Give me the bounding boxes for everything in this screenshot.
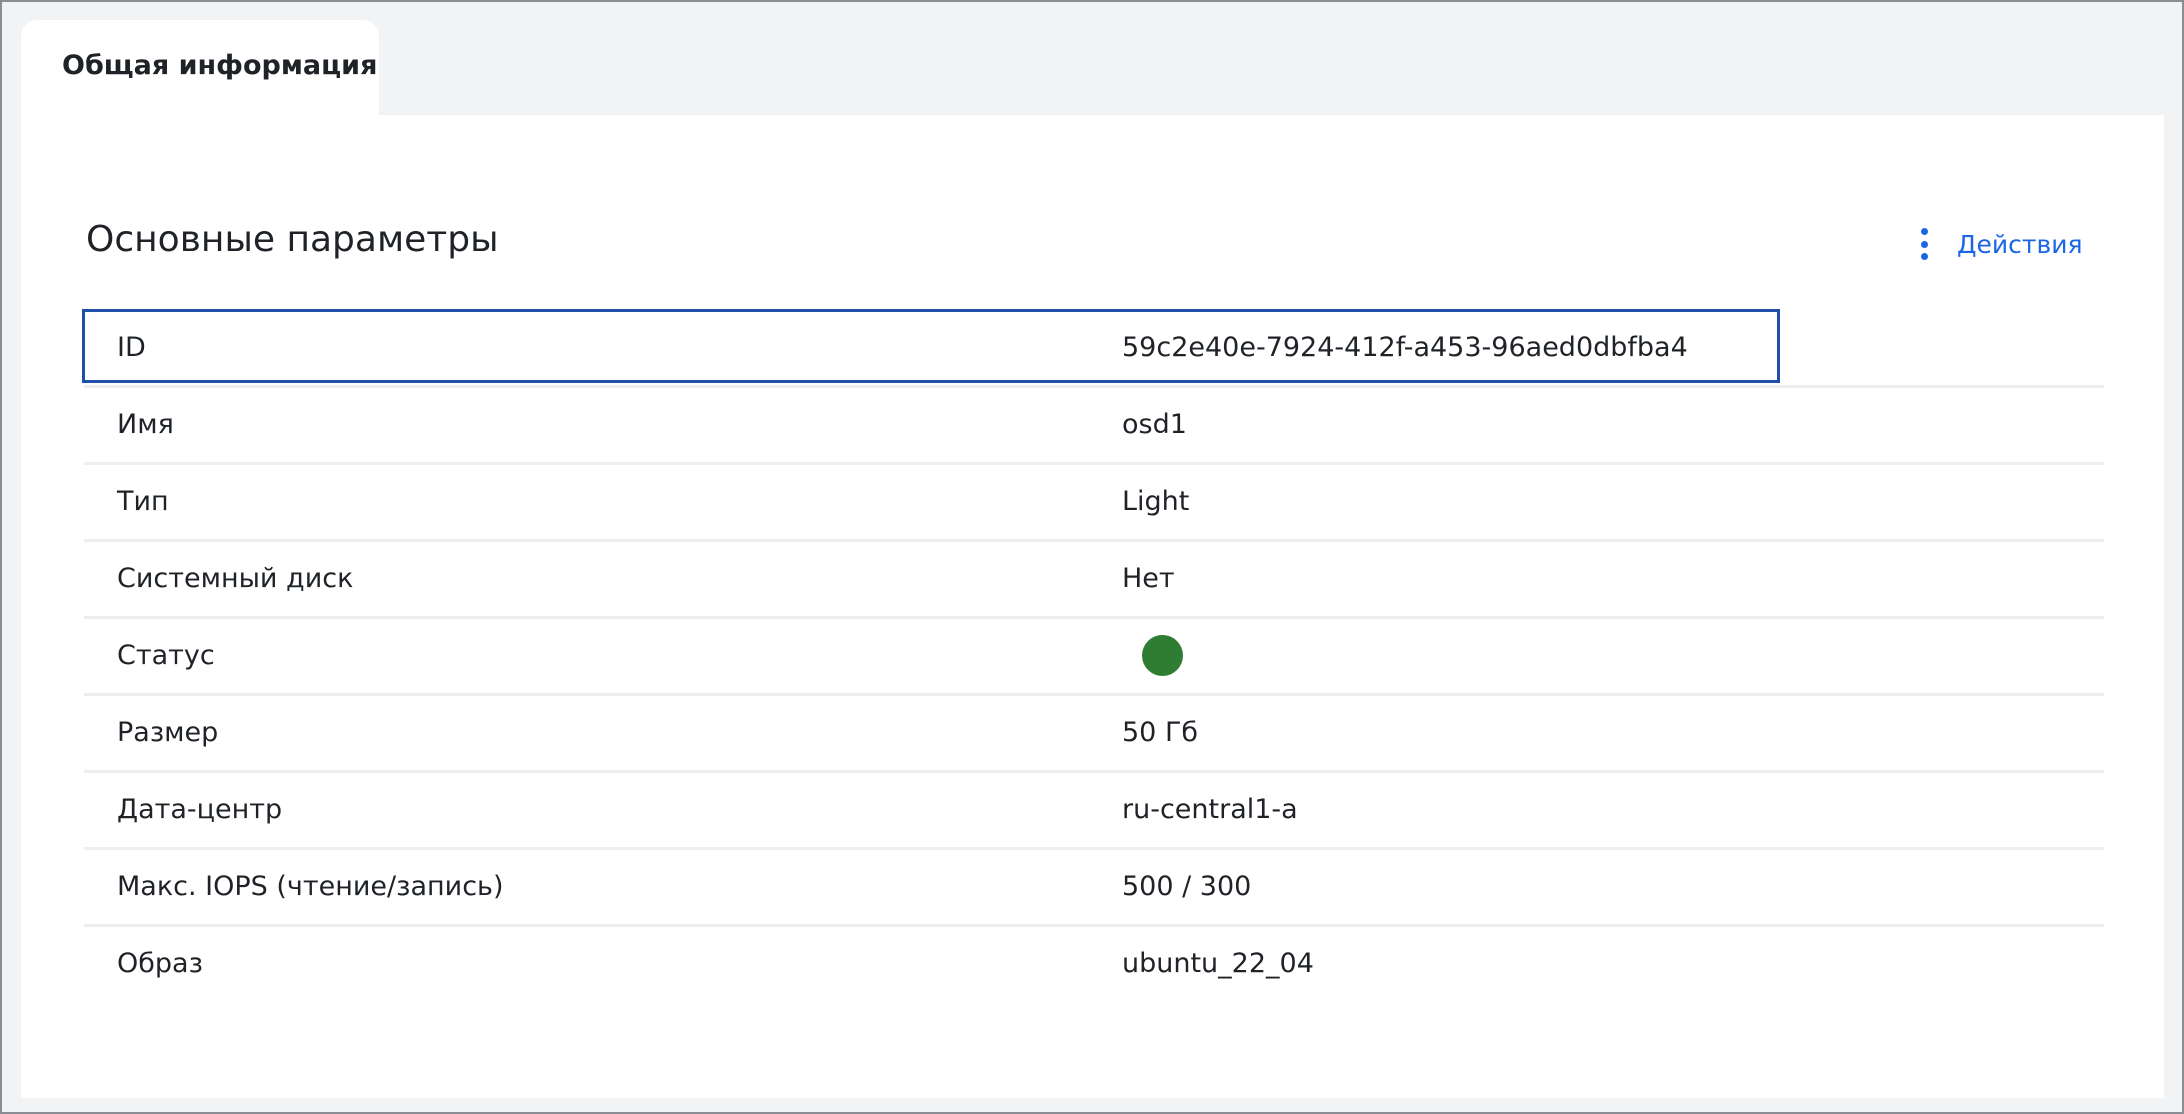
params-table: ID 59c2e40e-7924-412f-a453-96aed0dbfba4 … <box>82 309 2104 1004</box>
table-row-status[interactable]: Статус <box>84 619 2104 696</box>
details-panel: Основные параметры Действия ID 59c2e40e-… <box>21 115 2164 1098</box>
row-value: osd1 <box>1122 409 1187 440</box>
row-label: Тип <box>117 486 169 517</box>
row-label: Макс. IOPS (чтение/запись) <box>117 871 504 902</box>
section-title: Основные параметры <box>86 219 499 260</box>
table-row-type[interactable]: Тип Light <box>84 465 2104 542</box>
tab-general-info[interactable]: Общая информация <box>21 20 379 117</box>
row-label: ID <box>117 332 146 363</box>
row-value: ru-central1-a <box>1122 794 1298 825</box>
table-row-id[interactable]: ID 59c2e40e-7924-412f-a453-96aed0dbfba4 <box>82 309 2104 388</box>
row-value: 59c2e40e-7924-412f-a453-96aed0dbfba4 <box>1122 332 1688 363</box>
row-label: Размер <box>117 717 219 748</box>
table-row-image[interactable]: Образ ubuntu_22_04 <box>84 927 2104 1004</box>
actions-button[interactable]: Действия <box>1921 225 2083 263</box>
more-vertical-icon <box>1921 228 1929 260</box>
row-label: Образ <box>117 948 203 979</box>
row-value: Нет <box>1122 563 1175 594</box>
table-row-name[interactable]: Имя osd1 <box>84 388 2104 465</box>
row-label: Дата-центр <box>117 794 283 825</box>
table-row-iops[interactable]: Макс. IOPS (чтение/запись) 500 / 300 <box>84 850 2104 927</box>
row-value: ubuntu_22_04 <box>1122 948 1314 979</box>
table-row-size[interactable]: Размер 50 Гб <box>84 696 2104 773</box>
tab-bar: Общая информация <box>2 2 2182 117</box>
status-indicator-icon <box>1142 635 1183 676</box>
row-value: 50 Гб <box>1122 717 1199 748</box>
row-value: Light <box>1122 486 1190 517</box>
row-label: Системный диск <box>117 563 354 594</box>
row-value: 500 / 300 <box>1122 871 1252 902</box>
row-label: Статус <box>117 640 215 671</box>
table-row-datacenter[interactable]: Дата-центр ru-central1-a <box>84 773 2104 850</box>
table-row-system-disk[interactable]: Системный диск Нет <box>84 542 2104 619</box>
row-label: Имя <box>117 409 174 440</box>
actions-label: Действия <box>1957 229 2083 259</box>
